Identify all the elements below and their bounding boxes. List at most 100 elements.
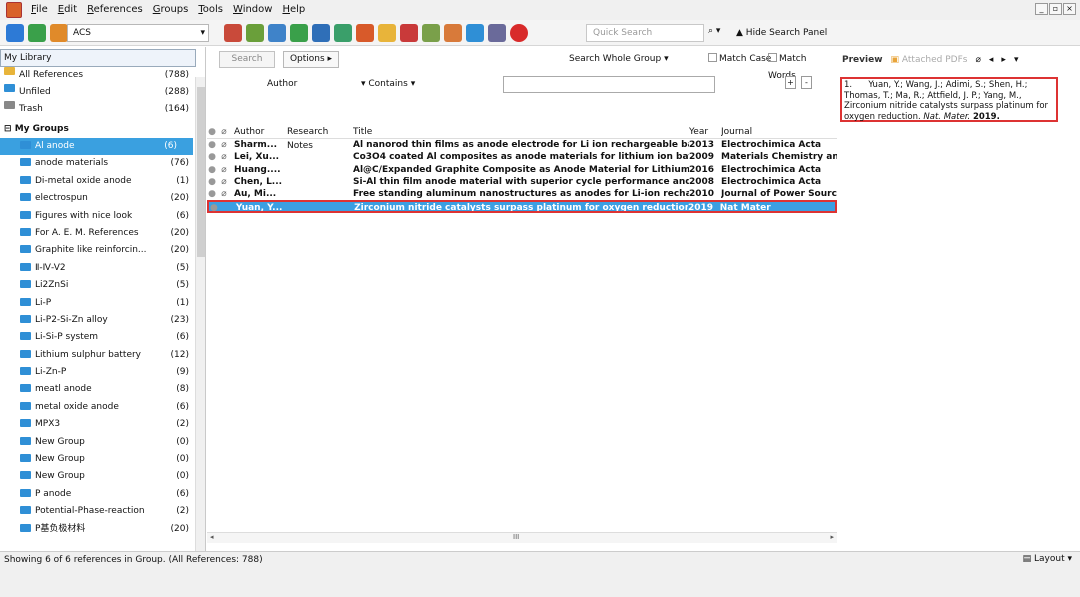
operator-select[interactable]: ▾ Contains ▾ — [349, 76, 489, 93]
table-row[interactable]: ● ⌀ Au, Mi... Free standing aluminum nanost… — [207, 188, 837, 200]
menu-edit[interactable]: Edit — [53, 0, 82, 20]
restore-button[interactable]: ▫ — [1049, 3, 1062, 15]
table-row[interactable]: ● ⌀ Sharm... Al nanorod thin films as anode… — [207, 139, 837, 151]
sync-icon[interactable] — [466, 24, 484, 42]
library-item-all-references[interactable]: All References (788) — [0, 67, 205, 84]
column-research-notes[interactable]: Research Notes — [287, 125, 353, 151]
format-bibliography-icon[interactable] — [246, 24, 264, 42]
search-icon[interactable]: ⌕ ▾ — [708, 26, 720, 36]
menu-help[interactable]: Help — [277, 0, 310, 20]
search-button[interactable]: Search — [219, 51, 275, 68]
table-row[interactable]: ● ⌀ Huang.... Al@C/Expanded Graphite Compos… — [207, 164, 837, 176]
library-header[interactable]: My Library — [0, 49, 196, 67]
insert-citation-icon[interactable] — [224, 24, 242, 42]
column-journal[interactable]: Journal — [721, 125, 837, 138]
column-title[interactable]: Title — [353, 125, 689, 138]
menu-groups[interactable]: Groups — [148, 0, 194, 20]
group-item[interactable]: electrospun (20) — [0, 190, 205, 207]
group-item[interactable]: Li2ZnSi (5) — [0, 277, 205, 294]
find-full-text-icon[interactable] — [334, 24, 352, 42]
open-link-icon[interactable] — [356, 24, 374, 42]
group-item[interactable]: Li-Si-P system (6) — [0, 329, 205, 346]
table-row[interactable]: ● Yuan, Y... Zirconium nitride catalysts s… — [207, 200, 837, 213]
group-item[interactable]: Figures with nice look (6) — [0, 208, 205, 225]
column-author[interactable]: Author — [231, 125, 287, 138]
menu-references[interactable]: References — [82, 0, 148, 20]
open-file-icon[interactable] — [378, 24, 396, 42]
group-item[interactable]: Li-P (1) — [0, 295, 205, 312]
scrollbar-thumb[interactable] — [197, 87, 205, 257]
group-label: P基负极材料 — [35, 523, 86, 534]
group-item[interactable]: MPX3 (2) — [0, 416, 205, 433]
cell-title: Free standing aluminum nanostructures as… — [353, 189, 689, 200]
export-icon[interactable] — [312, 24, 330, 42]
group-item[interactable]: anode materials (76) — [0, 155, 205, 172]
group-count: (20) — [170, 193, 189, 204]
search-scope-select[interactable]: Search Whole Group ▾ — [569, 51, 699, 68]
match-case-checkbox[interactable]: Match Case — [708, 51, 771, 68]
tab-preview[interactable]: Preview — [838, 55, 887, 65]
next-arrow-icon[interactable]: ▸ — [997, 55, 1010, 65]
share-icon[interactable] — [488, 24, 506, 42]
left-scrollbar[interactable] — [195, 77, 205, 551]
group-count: (9) — [176, 367, 189, 378]
minimize-button[interactable]: _ — [1035, 3, 1048, 15]
library-item-trash[interactable]: Trash (164) — [0, 101, 205, 118]
local-library-mode-icon[interactable] — [6, 23, 24, 42]
scroll-right-icon[interactable]: ▸ — [830, 533, 834, 541]
group-item[interactable]: New Group (0) — [0, 451, 205, 468]
group-item[interactable]: New Group (0) — [0, 468, 205, 485]
import-icon[interactable] — [290, 24, 308, 42]
column-year[interactable]: Year — [689, 125, 721, 138]
new-reference-icon[interactable] — [400, 24, 418, 42]
cell-research-notes — [287, 151, 353, 163]
quick-search-input[interactable]: Quick Search — [586, 24, 704, 42]
layout-button[interactable]: ▤ Layout ▾ — [1023, 554, 1072, 564]
search-term-input[interactable] — [503, 76, 715, 93]
group-item[interactable]: For A. E. M. References (20) — [0, 225, 205, 242]
paperclip-icon[interactable]: ⌀ — [971, 55, 984, 65]
citation-year: 2019. — [972, 111, 1000, 122]
annotate-icon[interactable] — [422, 24, 440, 42]
group-item[interactable]: Li-P2-Si-Zn alloy (23) — [0, 312, 205, 329]
attachment-column[interactable]: ⌀ — [217, 125, 231, 138]
close-button[interactable]: × — [1063, 3, 1076, 15]
group-item[interactable]: New Group (0) — [0, 434, 205, 451]
group-item[interactable]: Ⅱ-Ⅳ-V2 (5) — [0, 260, 205, 277]
group-item[interactable]: P基负极材料 (20) — [0, 521, 205, 538]
menu-file[interactable]: File — [26, 0, 53, 20]
group-item[interactable]: Graphite like reinforcin... (20) — [0, 242, 205, 259]
online-search-mode-icon[interactable] — [28, 23, 46, 42]
horizontal-scrollbar[interactable]: ◂ III ▸ — [207, 532, 837, 543]
field-select[interactable]: Author — [257, 76, 349, 93]
menu-window[interactable]: Window — [228, 0, 277, 20]
online-search-icon[interactable] — [268, 24, 286, 42]
read-status-column[interactable]: ● — [207, 125, 217, 138]
table-row[interactable]: ● ⌀ Chen, L... Si-Al thin film anode materi… — [207, 176, 837, 188]
hide-search-panel-button[interactable]: ▲ Hide Search Panel — [736, 24, 827, 42]
integrated-library-mode-icon[interactable] — [50, 23, 68, 42]
my-groups-header[interactable]: ⊟ My Groups — [0, 121, 205, 138]
library-item-unfiled[interactable]: Unfiled (288) — [0, 84, 205, 101]
group-item[interactable]: Li-Zn-P (9) — [0, 364, 205, 381]
table-row[interactable]: ● ⌀ Lei, Xu... Co3O4 coated Al composites a… — [207, 151, 837, 163]
options-button[interactable]: Options ▸ — [283, 51, 339, 68]
scroll-left-icon[interactable]: ◂ — [210, 533, 214, 541]
group-item[interactable]: P anode (6) — [0, 486, 205, 503]
group-item[interactable]: Potential-Phase-reaction (2) — [0, 503, 205, 520]
output-style-select[interactable]: ACS ▾ — [67, 24, 209, 42]
tab-attached-pdfs[interactable]: ▣ Attached PDFs — [887, 55, 972, 65]
prev-arrow-icon[interactable]: ◂ — [985, 55, 998, 65]
group-item[interactable]: metal oxide anode (6) — [0, 399, 205, 416]
group-item[interactable]: Di-metal oxide anode (1) — [0, 173, 205, 190]
group-item[interactable]: meatl anode (8) — [0, 381, 205, 398]
add-field-button[interactable]: + — [785, 76, 796, 89]
remove-field-button[interactable]: - — [801, 76, 812, 89]
menu-chevron-icon[interactable]: ▾ — [1010, 55, 1023, 65]
help-icon[interactable] — [510, 24, 528, 42]
group-item[interactable]: Al anode (6) — [0, 138, 193, 156]
menu-tools[interactable]: Tools — [193, 0, 228, 20]
read-status-icon: ● — [208, 176, 216, 187]
edit-icon[interactable] — [444, 24, 462, 42]
group-item[interactable]: Lithium sulphur battery (12) — [0, 347, 205, 364]
